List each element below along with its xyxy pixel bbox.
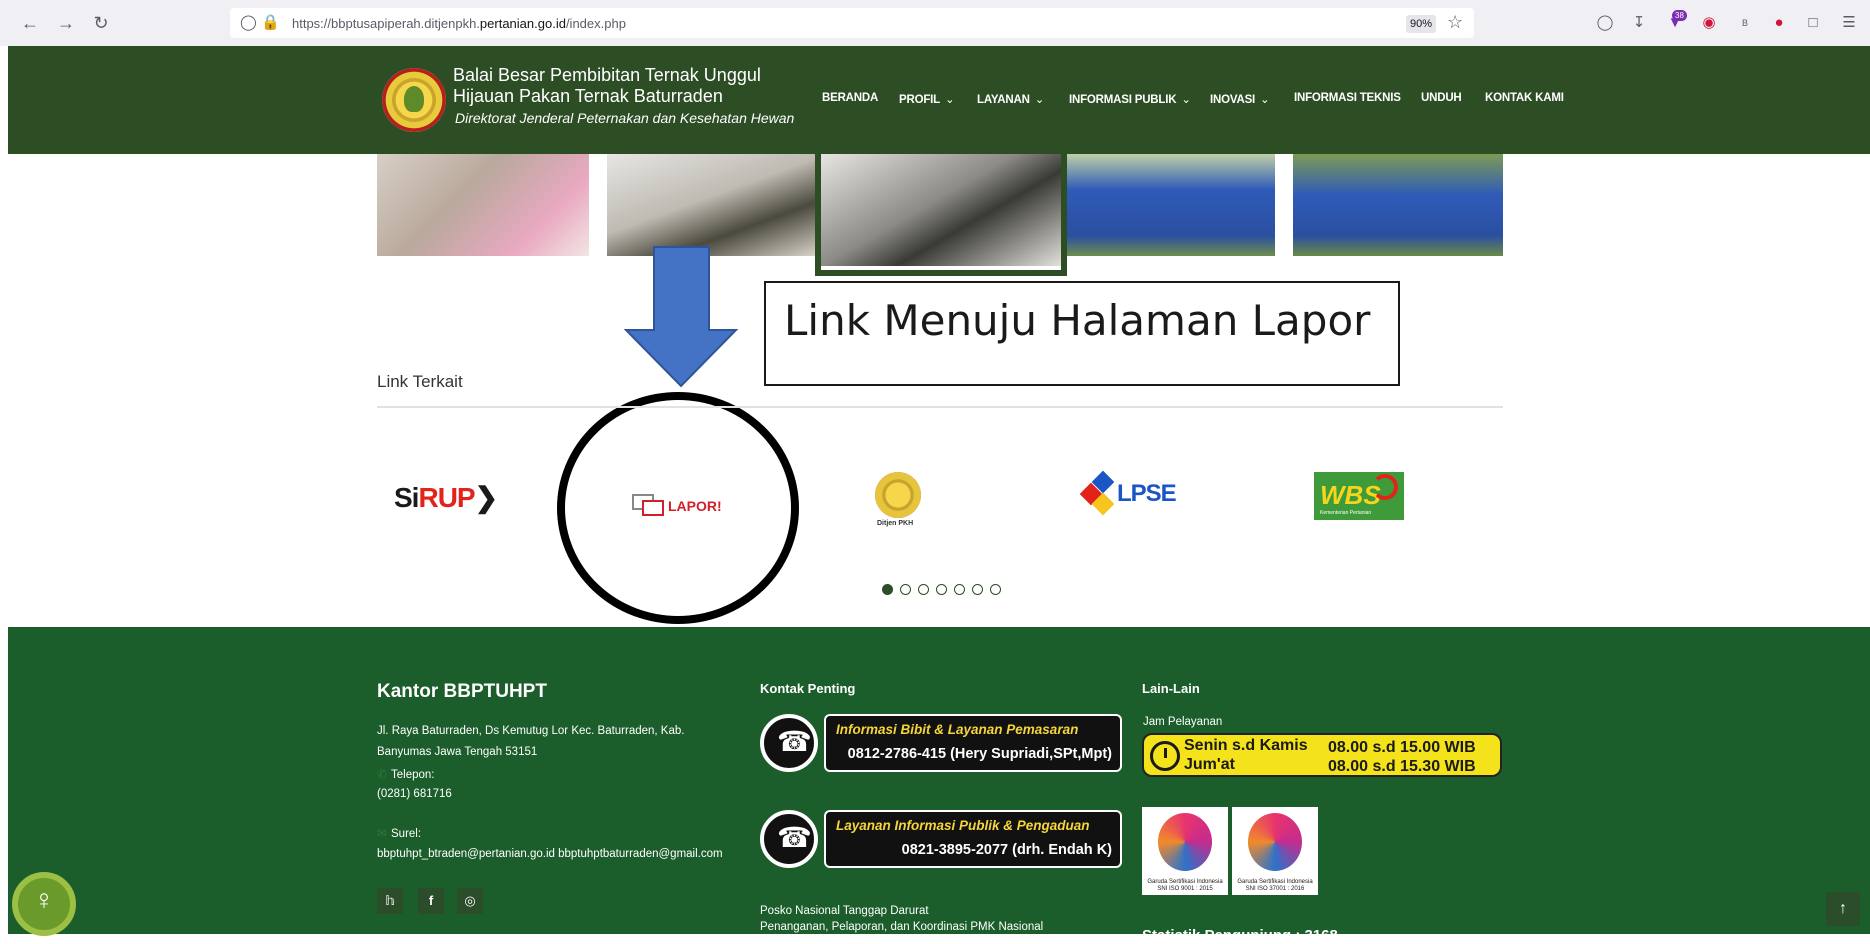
contact-card-title: Layanan Informasi Publik & Pengaduan: [836, 818, 1090, 833]
partner-logo-lapor[interactable]: LAPOR!: [632, 492, 728, 518]
chevron-down-icon: ⌄: [1034, 94, 1045, 106]
chevron-down-icon: ⌄: [944, 94, 955, 106]
visitor-stats: Statistik Pengunjung : 3168: [1142, 927, 1338, 944]
brand-title-line1[interactable]: Balai Besar Pembibitan Ternak Unggul: [453, 65, 761, 86]
partner-logo-ditjen-pkh[interactable]: Ditjen PKH: [873, 472, 923, 532]
gallery-photo-active[interactable]: [815, 154, 1067, 276]
footer-address-line2: Banyumas Jawa Tengah 53151: [377, 746, 538, 758]
facebook-icon[interactable]: f: [418, 888, 444, 914]
cert-caption: Garuda Sertifikasi Indonesia SNI ISO 900…: [1147, 879, 1223, 892]
carousel-dot[interactable]: [936, 584, 947, 595]
extensions-puzzle-icon[interactable]: □: [1802, 12, 1824, 34]
gallery-photo[interactable]: [377, 154, 589, 256]
contact-card-pengaduan[interactable]: Layanan Informasi Publik & Pengaduan 082…: [760, 810, 1122, 872]
download-icon[interactable]: ↧: [1628, 12, 1650, 34]
nav-layanan[interactable]: LAYANAN ⌄: [977, 92, 1044, 106]
carousel-dot[interactable]: [990, 584, 1001, 595]
section-divider: [377, 406, 1503, 408]
twitter-icon[interactable]: 𝕙: [377, 888, 403, 914]
contact-card-title: Informasi Bibit & Layanan Pemasaran: [836, 722, 1079, 737]
nav-inovasi[interactable]: INOVASI ⌄: [1210, 92, 1270, 106]
cert-caption: Garuda Sertifikasi Indonesia SNI ISO 370…: [1237, 879, 1313, 892]
gallery-photo[interactable]: [1293, 154, 1503, 256]
garuda-logo-icon: [1248, 813, 1302, 871]
carousel-dot[interactable]: [954, 584, 965, 595]
footer-posko-line1: Posko Nasional Tanggap Darurat: [760, 905, 929, 917]
footer-contacts-title: Kontak Penting: [760, 681, 856, 696]
chevron-down-icon: ⌄: [1260, 94, 1270, 106]
back-icon[interactable]: ←: [20, 13, 40, 33]
nav-unduh[interactable]: UNDUH: [1421, 92, 1462, 104]
whatsapp-icon: [760, 810, 818, 868]
brand-title-line2[interactable]: Hijauan Pakan Ternak Baturraden: [453, 86, 723, 107]
shield-lock-icon[interactable]: ◯ 🔒: [240, 13, 280, 31]
gallery-photo[interactable]: [607, 154, 815, 256]
phone-icon: ✆: [377, 769, 387, 781]
hamburger-menu-icon[interactable]: ☰: [1838, 12, 1860, 34]
nav-profil[interactable]: PROFIL ⌄: [899, 92, 955, 106]
lapor-bubble-icon: [642, 500, 664, 516]
section-title: Link Terkait: [377, 372, 463, 391]
footer-phone[interactable]: (0281) 681716: [377, 788, 452, 800]
accessibility-icon[interactable]: [12, 872, 76, 936]
annotation-callout-text: Link Menuju Halaman Lapor: [784, 296, 1371, 345]
hours-row2-day: Jum'at: [1184, 756, 1235, 773]
whatsapp-icon: [760, 714, 818, 772]
annotation-arrow: [623, 246, 739, 388]
extension-badge: 38: [1672, 10, 1687, 21]
forward-icon[interactable]: →: [56, 13, 76, 33]
pocket-icon[interactable]: ◯: [1594, 12, 1616, 34]
url-text[interactable]: https://bbptusapiperah.ditjenpkh.pertani…: [292, 16, 626, 31]
contact-card-bibit[interactable]: Informasi Bibit & Layanan Pemasaran 0812…: [760, 714, 1122, 776]
brand-subtitle[interactable]: Direktorat Jenderal Peternakan dan Keseh…: [455, 110, 794, 126]
contact-card-panel: Layanan Informasi Publik & Pengaduan 082…: [824, 810, 1122, 868]
carousel-dot[interactable]: [900, 584, 911, 595]
chevron-down-icon: ⌄: [1181, 94, 1191, 106]
carousel-dot[interactable]: [882, 584, 893, 595]
hours-row1-time: 08.00 s.d 15.00 WIB: [1328, 739, 1476, 756]
nav-beranda[interactable]: BERANDA: [822, 92, 878, 104]
instagram-icon[interactable]: ◎: [457, 888, 483, 914]
partner-logo-wbs[interactable]: WBS Kementerian Pertanian: [1314, 472, 1404, 520]
clock-icon: [1150, 741, 1180, 771]
footer-hours-label: Jam Pelayanan: [1143, 716, 1223, 728]
footer-office-title: Kantor BBPTUHPT: [377, 681, 547, 702]
gallery-photo[interactable]: [1067, 154, 1275, 256]
bookmark-star-icon[interactable]: ☆: [1447, 12, 1463, 33]
kementan-logo[interactable]: [382, 68, 446, 132]
certificate-iso-9001[interactable]: Garuda Sertifikasi Indonesia SNI ISO 900…: [1142, 807, 1228, 895]
service-hours-banner: Senin s.d Kamis 08.00 s.d 15.00 WIB Jum'…: [1142, 733, 1502, 777]
garuda-logo-icon: [1158, 813, 1212, 871]
nav-kontak-kami[interactable]: KONTAK KAMI: [1485, 92, 1564, 104]
ublock-icon[interactable]: ◉: [1698, 12, 1720, 34]
site-footer: [8, 627, 1870, 934]
back-to-top-arrow-icon[interactable]: ↑: [1826, 892, 1860, 926]
certificate-iso-37001[interactable]: Garuda Sertifikasi Indonesia SNI ISO 370…: [1232, 807, 1318, 895]
nav-informasi-publik[interactable]: INFORMASI PUBLIK ⌄: [1069, 92, 1191, 106]
contact-card-phone: 0821-3895-2077 (drh. Endah K): [901, 842, 1112, 858]
envelope-icon: ✉: [377, 828, 387, 840]
nav-informasi-teknis[interactable]: INFORMASI TEKNIS: [1294, 92, 1401, 104]
carousel-pagination: [882, 584, 1001, 595]
zoom-level[interactable]: 90%: [1406, 15, 1436, 33]
partner-logo-sirup[interactable]: SiRUP❯: [394, 481, 498, 514]
carousel-dot[interactable]: [918, 584, 929, 595]
browser-toolbar: ← → ↻ ◯ 🔒 https://bbptusapiperah.ditjenp…: [0, 0, 1870, 46]
extension-b-icon[interactable]: B: [1734, 12, 1756, 34]
reload-icon[interactable]: ↻: [91, 13, 111, 33]
contact-card-panel: Informasi Bibit & Layanan Pemasaran 0812…: [824, 714, 1122, 772]
contact-card-phone: 0812-2786-415 (Hery Supriadi,SPt,Mpt): [847, 746, 1112, 762]
hours-row2-time: 08.00 s.d 15.30 WIB: [1328, 758, 1476, 775]
carousel-dot[interactable]: [972, 584, 983, 595]
footer-email[interactable]: bbptuhpt_btraden@pertanian.go.id bbptuhp…: [377, 848, 723, 860]
footer-address-line1: Jl. Raya Baturraden, Ds Kemutug Lor Kec.…: [377, 725, 685, 737]
hours-row1-day: Senin s.d Kamis: [1184, 737, 1308, 754]
privacy-icon[interactable]: ●: [1768, 12, 1790, 34]
footer-posko-line2: Penanganan, Pelaporan, dan Koordinasi PM…: [760, 921, 1044, 933]
partner-logo-lpse[interactable]: LPSE: [1079, 470, 1183, 518]
footer-email-label: ✉ Surel:: [377, 828, 422, 840]
footer-phone-label: ✆ Telepon:: [377, 769, 435, 781]
footer-other-title: Lain-Lain: [1142, 681, 1200, 696]
